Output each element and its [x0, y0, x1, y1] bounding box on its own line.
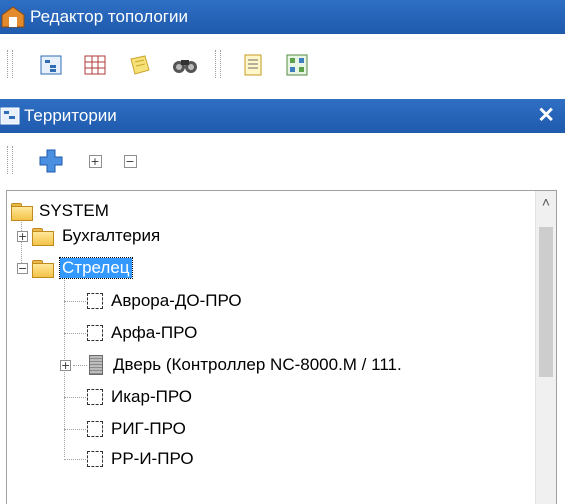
device-placeholder-icon: [87, 389, 103, 405]
tree-node-label: Стрелец: [59, 257, 133, 279]
map-button[interactable]: [282, 50, 312, 80]
scroll-up-icon[interactable]: ˄: [539, 195, 553, 209]
expand-icon[interactable]: +: [17, 231, 28, 242]
territories-panel-header: Территории ✕: [0, 99, 565, 133]
collapse-all-button[interactable]: −: [115, 146, 145, 176]
tree-node-door-controller[interactable]: Дверь (Контроллер NC-8000.M / 111.: [89, 351, 404, 379]
tree-root-system[interactable]: SYSTEM: [11, 197, 111, 225]
tree-connector: [73, 365, 87, 366]
scroll-thumb[interactable]: [539, 227, 553, 377]
tree-connector: [64, 429, 86, 430]
plus-icon: [39, 149, 63, 173]
folder-icon: [32, 259, 54, 278]
tree-node-label: Дверь (Контроллер NC-8000.M / 111.: [113, 355, 402, 374]
tree-node-rr-i[interactable]: РР-И-ПРО: [87, 445, 196, 473]
vertical-scrollbar[interactable]: ˄: [535, 191, 556, 504]
expand-icon[interactable]: +: [60, 360, 71, 371]
binoculars-icon: [173, 60, 197, 73]
tree-node-label: Икар-ПРО: [111, 387, 193, 406]
tree-node-label: РИГ-ПРО: [111, 419, 186, 438]
tree-node-arfa[interactable]: Арфа-ПРО: [87, 319, 199, 347]
grid-icon: [84, 55, 106, 75]
tree-node-label: РР-И-ПРО: [111, 449, 194, 468]
collapse-icon[interactable]: −: [17, 263, 28, 274]
tree-node-label: Арфа-ПРО: [111, 323, 198, 342]
folder-icon: [11, 202, 33, 221]
tree-view-icon: [40, 55, 62, 75]
map-icon: [286, 54, 308, 76]
territories-icon: [0, 107, 20, 125]
device-placeholder-icon: [87, 421, 103, 437]
folder-icon: [32, 227, 54, 246]
topology-editor: Редактор топологии Территории ✕ + − SYST…: [0, 0, 565, 504]
toolbar-grip[interactable]: [7, 50, 13, 78]
tree-connector: [64, 301, 86, 302]
device-placeholder-icon: [87, 293, 103, 309]
tree-node-rig[interactable]: РИГ-ПРО: [87, 415, 188, 443]
binoculars-button[interactable]: [170, 50, 200, 80]
device-placeholder-icon: [87, 325, 103, 341]
report-icon: [244, 54, 262, 76]
expand-all-icon: +: [88, 154, 102, 168]
tree-node-buhgalteriya[interactable]: Бухгалтерия: [32, 222, 162, 250]
tree-node-label: SYSTEM: [39, 201, 109, 220]
tree-node-label: Аврора-ДО-ПРО: [111, 291, 242, 310]
tree-node-avrora[interactable]: Аврора-ДО-ПРО: [87, 287, 244, 315]
window-title: Редактор топологии: [30, 7, 188, 26]
report-button[interactable]: [238, 50, 268, 80]
notes-button[interactable]: [125, 50, 155, 80]
expand-all-button[interactable]: +: [80, 146, 110, 176]
panel-toolbar-grip[interactable]: [7, 146, 13, 174]
controller-icon: [89, 355, 103, 375]
add-territory-button[interactable]: [36, 146, 66, 176]
tree-connector: [64, 397, 86, 398]
tree-node-strelets[interactable]: Стрелец: [32, 254, 133, 282]
tree-connector: [64, 333, 86, 334]
panel-toolbar: + −: [0, 140, 565, 184]
tree-view-button[interactable]: [36, 50, 66, 80]
tree-connector: [64, 459, 86, 460]
device-placeholder-icon: [87, 451, 103, 467]
territory-tree[interactable]: SYSTEM + Бухгалтерия − Стрелец Аврора-ДО…: [6, 190, 557, 504]
toolbar-separator: [215, 50, 221, 78]
panel-title: Территории: [24, 106, 117, 125]
grid-button[interactable]: [80, 50, 110, 80]
notes-icon: [130, 55, 150, 75]
collapse-all-icon: −: [123, 154, 137, 168]
window-titlebar: Редактор топологии: [0, 0, 565, 34]
main-toolbar: [0, 42, 565, 88]
close-icon[interactable]: ✕: [537, 105, 555, 127]
tree-node-label: Бухгалтерия: [62, 226, 161, 245]
tree-node-ikar[interactable]: Икар-ПРО: [87, 383, 194, 411]
topology-app-icon: [1, 6, 25, 28]
